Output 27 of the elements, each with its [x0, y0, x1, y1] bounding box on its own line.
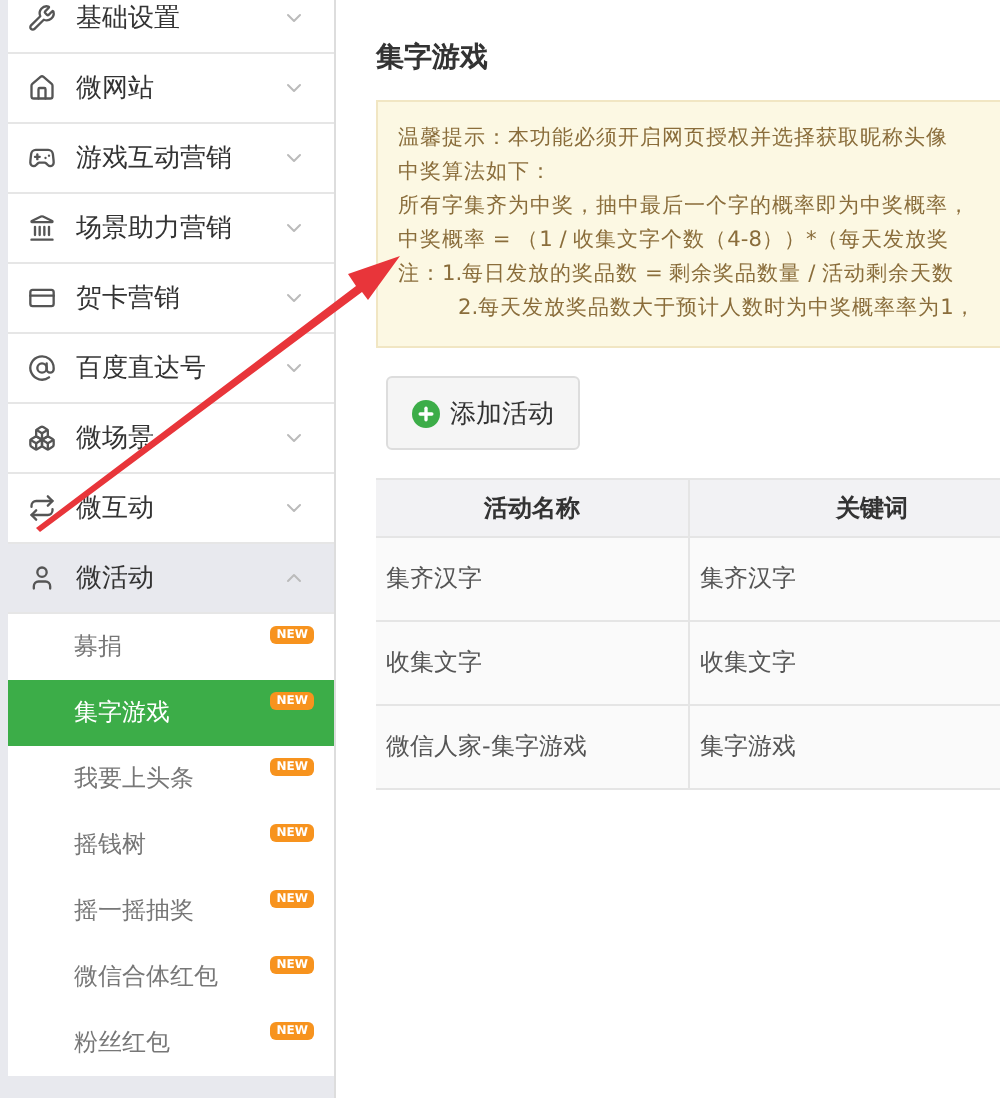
gamepad-icon — [28, 144, 56, 172]
notice-text: 注：1.每日发放的奖品数 = 剩余奖品数量 / 活动剩余天数 — [398, 260, 957, 290]
sidebar-item[interactable]: 微活动 — [8, 544, 334, 614]
sidebar-item[interactable]: 基础设置 — [8, 0, 334, 54]
at-sign-icon — [28, 354, 56, 382]
arrows-icon — [28, 494, 56, 522]
person-icon — [28, 564, 56, 592]
add-activity-button[interactable]: 添加活动 — [386, 376, 580, 450]
table-cell: 微信人家-集字游戏 — [376, 706, 690, 788]
notice-text: 中奖概率 = （1 / 收集文字个数（4-8））*（每天发放奖 — [398, 226, 951, 256]
column-header: 关键词 — [690, 480, 1000, 536]
notice-text: 中奖算法如下： — [398, 158, 554, 188]
page-title: 集字游戏 — [376, 40, 490, 76]
column-header: 活动名称 — [376, 480, 690, 536]
card-icon — [28, 284, 56, 312]
notice-text: 2.每天发放奖品数大于预计人数时为中奖概率率为1， — [456, 294, 978, 324]
house-icon — [28, 74, 56, 102]
table-cell: 收集文字 — [376, 622, 690, 704]
table-cell: 收集文字 — [690, 622, 1000, 704]
notice-text: 所有字集齐为中奖，抽中最后一个字的概率即为中奖概率， — [398, 192, 972, 222]
table-cell: 集齐汉字 — [690, 538, 1000, 620]
table-cell: 集齐汉字 — [376, 538, 690, 620]
tools-icon — [28, 4, 56, 32]
table-cell: 集字游戏 — [690, 706, 1000, 788]
notice-text: 温馨提示：本功能必须开启网页授权并选择获取昵称头像 — [398, 124, 950, 154]
bank-icon — [28, 214, 56, 242]
plus-icon — [412, 399, 440, 427]
